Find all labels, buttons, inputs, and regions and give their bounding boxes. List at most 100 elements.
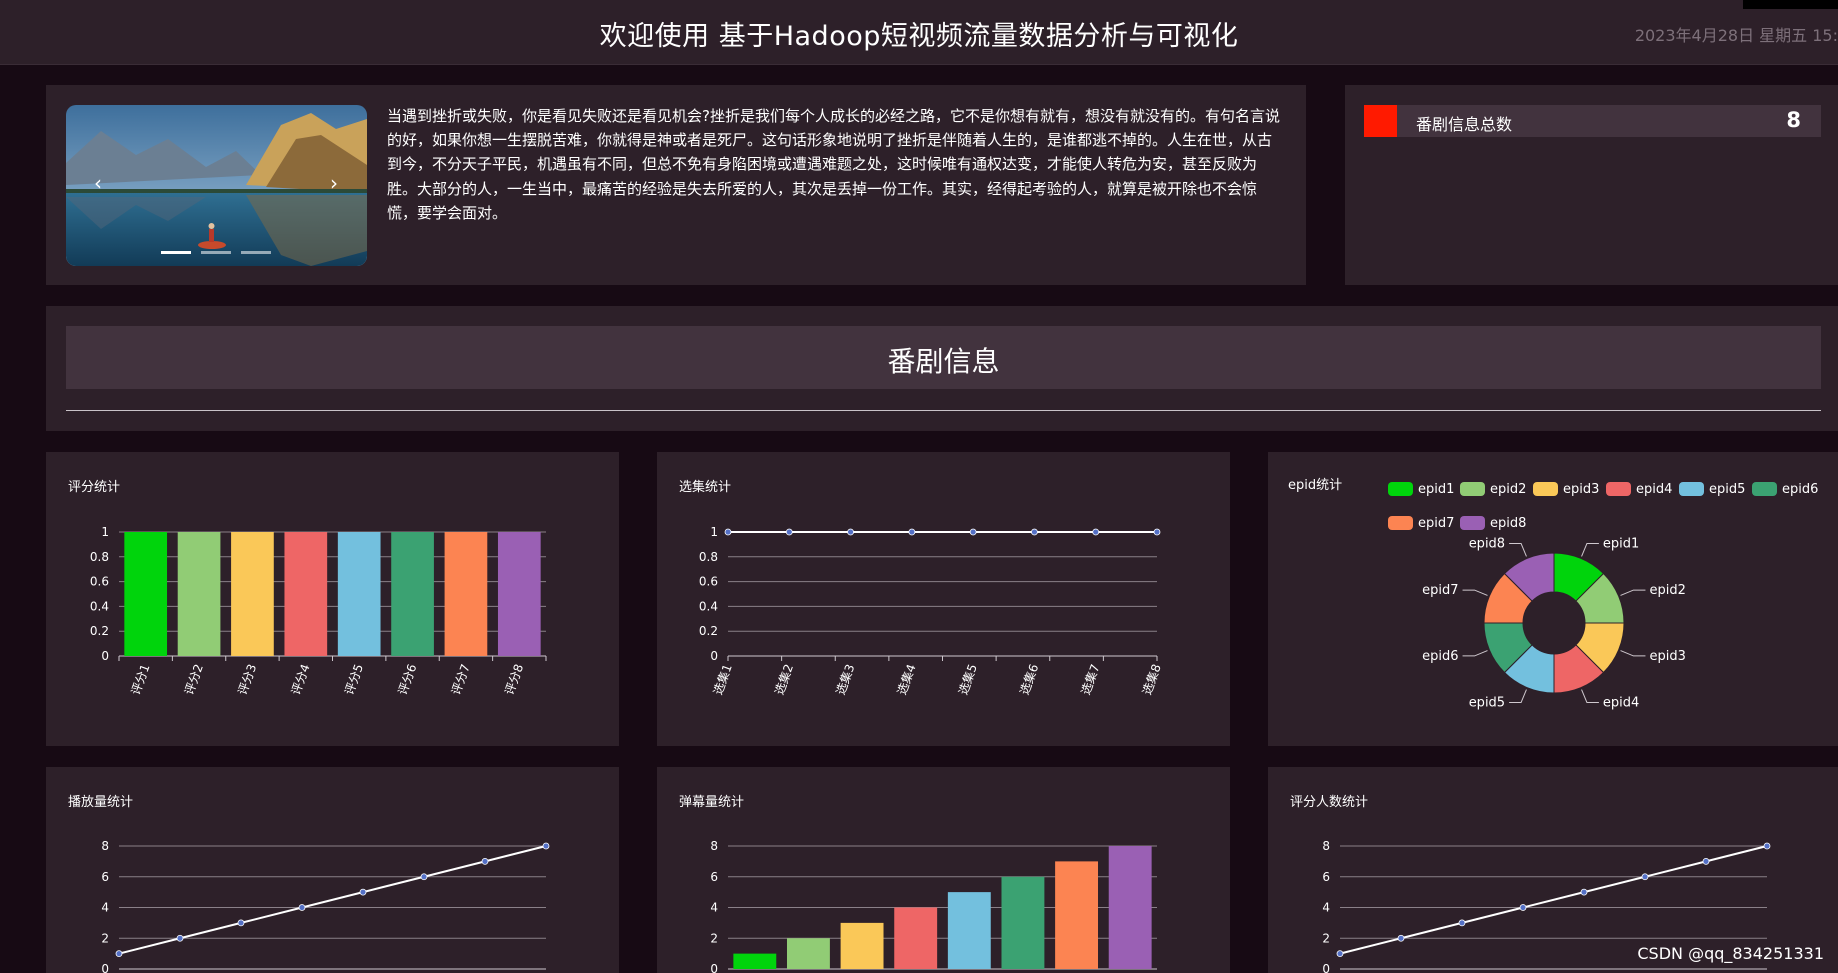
legend-swatch xyxy=(1388,516,1413,530)
charts-layer: 0 0.2 0.4 0.6 0.8 1 评分1 评分2 评分3 评分4 评分5 评分6 评分7 评分8 0 0… xyxy=(90,482,1818,973)
y-tick-label: 1 xyxy=(710,525,718,539)
pie-label: epid6 xyxy=(1422,649,1458,664)
bar xyxy=(124,532,168,656)
legend-swatch xyxy=(1388,482,1413,496)
data-point xyxy=(847,528,854,536)
x-tick-label: 选集5 xyxy=(955,662,980,697)
bar xyxy=(177,532,221,656)
data-point xyxy=(542,842,550,850)
x-tick-label: 评分1 xyxy=(129,662,153,697)
data-point xyxy=(1092,528,1100,536)
data-point xyxy=(359,888,367,896)
y-tick-label: 0.4 xyxy=(90,599,109,613)
legend-label: epid2 xyxy=(1490,482,1526,497)
y-tick-label: 0.8 xyxy=(699,550,718,564)
y-tick-label: 0 xyxy=(710,649,718,663)
y-tick-label: 0.8 xyxy=(90,550,109,564)
bar xyxy=(894,907,938,969)
legend-swatch xyxy=(1460,482,1485,496)
data-point xyxy=(1336,950,1344,958)
y-tick-label: 0.2 xyxy=(90,624,109,638)
y-tick-label: 8 xyxy=(710,839,718,853)
x-tick-label: 评分7 xyxy=(449,662,473,697)
x-tick-label: 选集6 xyxy=(1016,662,1041,697)
y-tick-label: 8 xyxy=(1322,839,1330,853)
x-tick-label: 选集4 xyxy=(894,662,919,697)
x-tick-label: 评分6 xyxy=(395,662,419,697)
y-tick-label: 4 xyxy=(1322,901,1330,915)
legend-label: epid1 xyxy=(1418,482,1454,497)
data-point xyxy=(298,904,306,911)
legend-label: epid4 xyxy=(1636,482,1672,497)
data-point xyxy=(237,919,245,927)
data-point xyxy=(1702,857,1710,865)
legend-swatch xyxy=(1460,516,1485,530)
legend-swatch xyxy=(1752,482,1777,496)
bar xyxy=(391,532,434,656)
x-tick-label: 评分2 xyxy=(182,662,206,697)
legend-label: epid7 xyxy=(1418,516,1454,531)
x-tick-label: 选集8 xyxy=(1139,662,1164,697)
pie-label: epid2 xyxy=(1649,583,1685,598)
y-tick-label: 6 xyxy=(710,870,718,884)
x-tick-label: 选集3 xyxy=(832,662,857,697)
y-tick-label: 0.6 xyxy=(90,575,109,589)
pie-label: epid5 xyxy=(1469,695,1505,710)
bar xyxy=(1055,861,1099,969)
data-point xyxy=(785,528,793,536)
pie-label: epid7 xyxy=(1422,583,1458,598)
bar xyxy=(284,532,328,656)
x-tick-label: 选集7 xyxy=(1078,662,1103,697)
legend-swatch xyxy=(1533,482,1558,496)
bar xyxy=(947,892,991,969)
bar xyxy=(337,532,381,656)
y-tick-label: 1 xyxy=(101,525,109,539)
y-tick-label: 4 xyxy=(101,901,109,915)
y-tick-label: 0.6 xyxy=(699,575,718,589)
bar xyxy=(444,532,488,656)
bar xyxy=(840,922,884,969)
x-tick-label: 选集1 xyxy=(710,662,735,697)
legend-label: epid6 xyxy=(1782,482,1818,497)
pie-label: epid8 xyxy=(1469,537,1505,552)
bar xyxy=(786,938,830,969)
pie-leader xyxy=(1462,650,1488,657)
legend-swatch xyxy=(1679,482,1704,496)
pie-leader xyxy=(1620,589,1646,596)
data-point xyxy=(1641,873,1649,881)
data-point xyxy=(908,528,916,536)
data-point xyxy=(1458,919,1466,927)
y-tick-label: 2 xyxy=(1322,931,1330,945)
pie-label: epid1 xyxy=(1603,537,1639,552)
y-tick-label: 0 xyxy=(710,962,718,973)
data-point xyxy=(115,950,123,958)
y-tick-label: 0.4 xyxy=(699,599,718,613)
data-point xyxy=(1580,888,1588,896)
pie-leader xyxy=(1509,689,1527,703)
legend-label: epid8 xyxy=(1490,516,1526,531)
x-tick-label: 评分4 xyxy=(289,662,313,697)
y-tick-label: 0 xyxy=(101,962,109,973)
data-point xyxy=(1031,528,1038,536)
pie-leader xyxy=(1581,543,1599,557)
bar xyxy=(1108,846,1152,969)
x-tick-label: 评分3 xyxy=(235,662,259,697)
data-point xyxy=(176,934,184,942)
pie-leader xyxy=(1620,650,1646,657)
y-tick-label: 4 xyxy=(710,901,718,915)
pie-label: epid3 xyxy=(1649,649,1685,664)
y-tick-label: 0 xyxy=(101,649,109,663)
watermark: CSDN @qq_834251331 xyxy=(1637,944,1824,963)
data-point xyxy=(1763,842,1771,850)
y-tick-label: 6 xyxy=(101,870,109,884)
bar xyxy=(1001,876,1045,969)
legend-label: epid5 xyxy=(1709,482,1745,497)
pie-label: epid4 xyxy=(1603,695,1639,710)
data-point xyxy=(1153,528,1161,536)
x-tick-label: 评分5 xyxy=(342,662,366,697)
pie-leader xyxy=(1581,689,1599,703)
legend-swatch xyxy=(1606,482,1631,496)
bar xyxy=(231,532,274,656)
data-point xyxy=(969,528,977,536)
data-point xyxy=(420,873,428,881)
